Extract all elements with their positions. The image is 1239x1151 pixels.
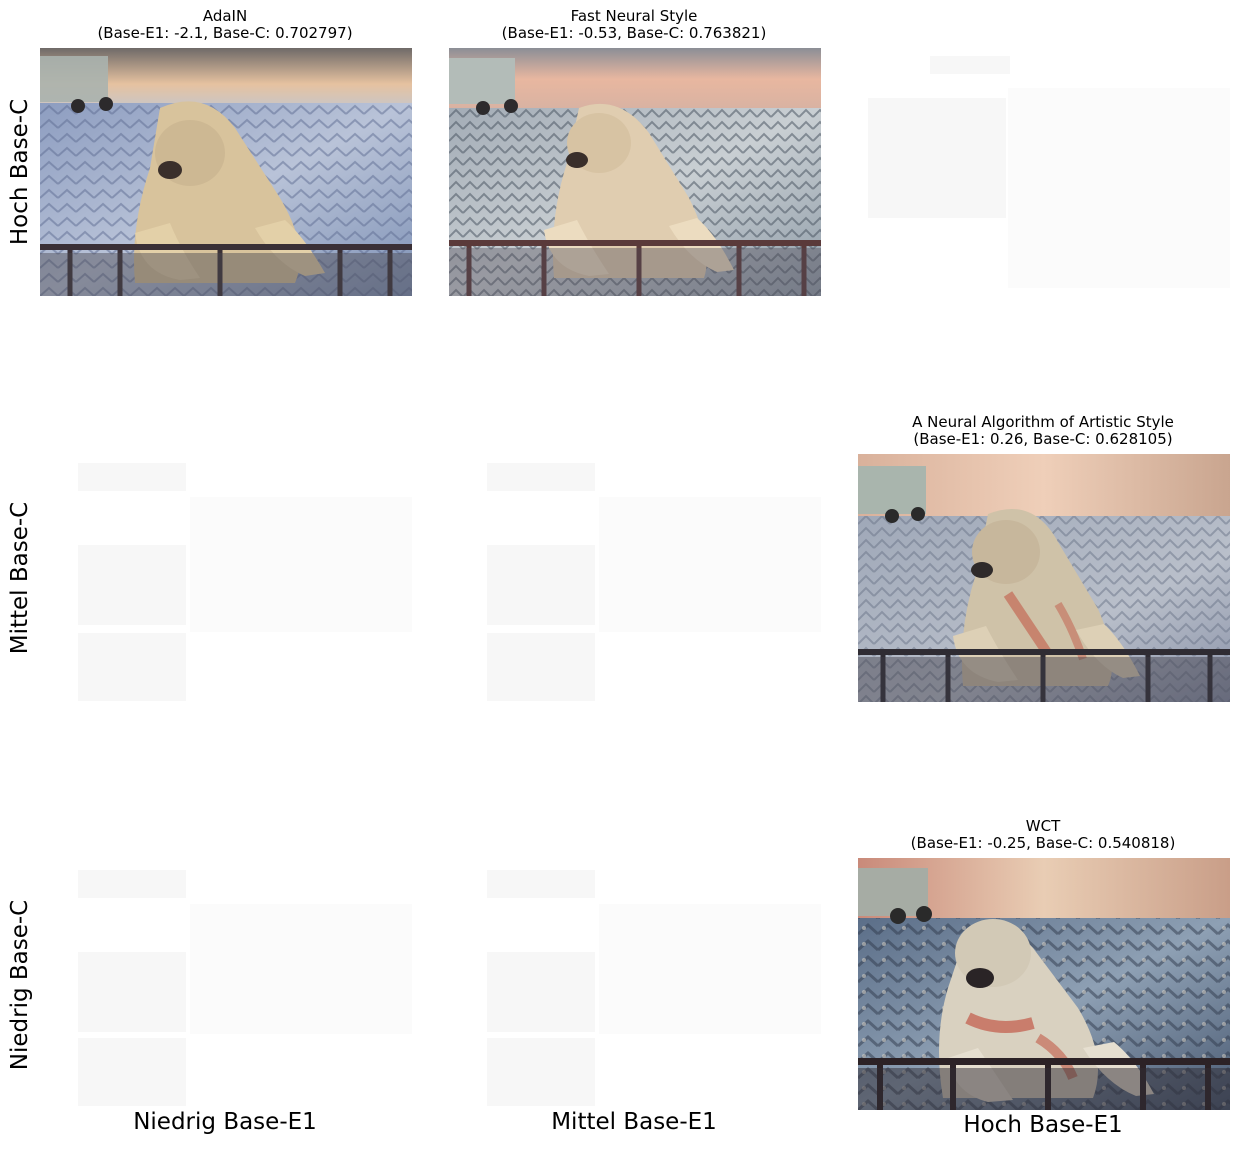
stylized-image-adain	[40, 48, 412, 296]
polar-bear-picture	[449, 48, 821, 296]
stylized-image-wct	[858, 858, 1230, 1110]
polar-bear-picture	[858, 454, 1230, 702]
panel-title-neural-algorithm: A Neural Algorithm of Artistic Style (Ba…	[912, 414, 1174, 448]
method-name: AdaIN	[202, 7, 248, 25]
stylized-image-neural-algorithm	[858, 454, 1230, 702]
col-label-high: Hoch Base-E1	[963, 1112, 1123, 1138]
row-label-low: Niedrig Base-C	[7, 899, 33, 1071]
method-scores: (Base-E1: -2.1, Base-C: 0.702797)	[97, 24, 353, 42]
method-name: Fast Neural Style	[570, 7, 698, 25]
panel-title-adain: AdaIN (Base-E1: -2.1, Base-C: 0.702797)	[97, 8, 352, 42]
method-name: WCT	[1025, 817, 1061, 835]
faint-placeholder-panel	[858, 48, 1230, 296]
polar-bear-picture	[40, 48, 412, 296]
faint-placeholder-panel	[40, 862, 412, 1110]
method-scores: (Base-E1: -0.25, Base-C: 0.540818)	[910, 834, 1176, 852]
col-label-low: Niedrig Base-E1	[133, 1109, 317, 1135]
panel-title-fast-neural-style: Fast Neural Style (Base-E1: -0.53, Base-…	[502, 8, 767, 42]
col-label-mid: Mittel Base-E1	[551, 1109, 717, 1135]
row-label-high: Hoch Base-C	[7, 98, 33, 246]
panel-title-wct: WCT (Base-E1: -0.25, Base-C: 0.540818)	[911, 818, 1176, 852]
method-scores: (Base-E1: 0.26, Base-C: 0.628105)	[913, 430, 1173, 448]
faint-placeholder-panel	[40, 455, 412, 703]
method-name: A Neural Algorithm of Artistic Style	[912, 413, 1174, 431]
faint-placeholder-panel	[449, 862, 821, 1110]
row-label-mid: Mittel Base-C	[7, 501, 33, 655]
method-scores: (Base-E1: -0.53, Base-C: 0.763821)	[501, 24, 767, 42]
faint-placeholder-panel	[449, 455, 821, 703]
stylized-image-fast-neural-style	[449, 48, 821, 296]
polar-bear-picture	[858, 858, 1230, 1110]
